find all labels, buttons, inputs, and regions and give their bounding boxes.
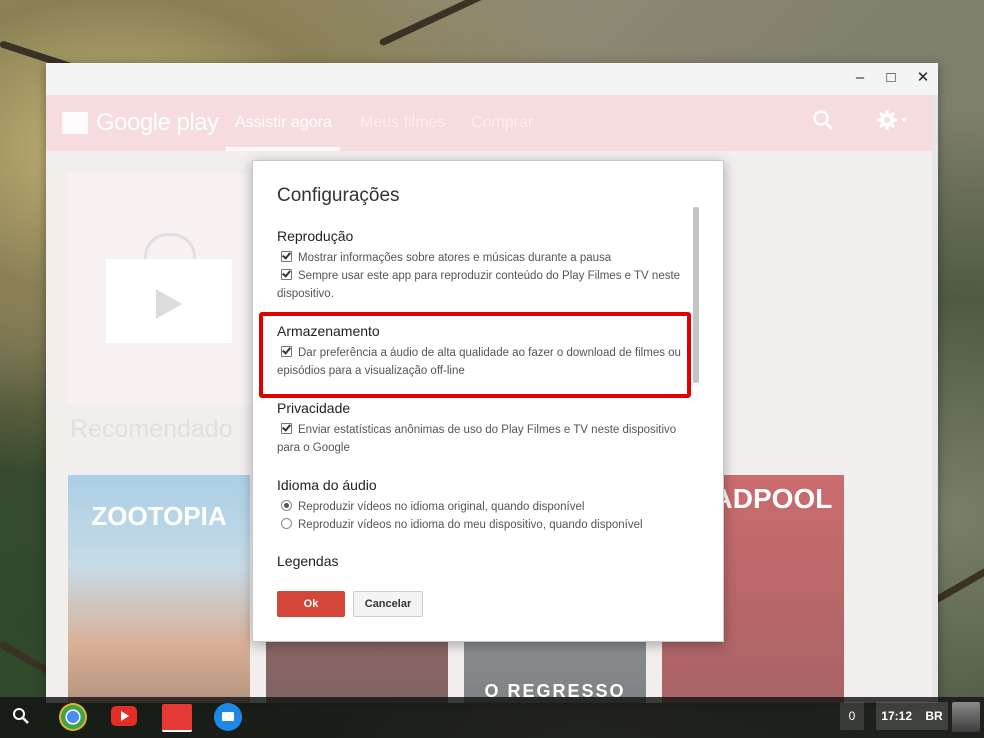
option-reproducao-2[interactable]: Sempre usar este app para reproduzir con… (277, 267, 687, 303)
option-armazenamento-1[interactable]: Dar preferência a áudio de alta qualidad… (277, 344, 687, 380)
tab-meus-filmes[interactable]: Meus filmes (360, 95, 445, 151)
youtube-icon[interactable] (111, 706, 137, 726)
option-label: Dar preferência a áudio de alta qualidad… (277, 347, 681, 377)
option-label: Enviar estatísticas anônimas de uso do P… (277, 424, 677, 454)
checkbox-checked[interactable] (281, 423, 292, 434)
files-icon[interactable] (214, 703, 242, 731)
chrome-icon[interactable] (59, 703, 87, 731)
film-icon (62, 112, 88, 134)
avatar[interactable] (952, 702, 980, 732)
close-button[interactable]: ✕ (912, 67, 934, 89)
play-icon (121, 711, 129, 721)
poster-title: ZOOTOPIA (91, 501, 227, 531)
wallpaper-branch (378, 0, 509, 47)
radio-selected[interactable] (281, 500, 292, 511)
checkbox-checked[interactable] (281, 251, 292, 262)
section-heading-legendas: Legendas (277, 553, 339, 569)
taskbar-shelf: 0 17:12 BR (0, 697, 984, 738)
app-header: Google play Assistir agora Meus filmes C… (46, 95, 932, 151)
option-label: Reproduzir vídeos no idioma original, qu… (298, 501, 585, 513)
google-play-logo[interactable]: Google play (62, 109, 219, 137)
section-heading-armazenamento: Armazenamento (277, 323, 380, 339)
radio-idioma-original[interactable]: Reproduzir vídeos no idioma original, qu… (277, 498, 687, 516)
section-heading-reproducao: Reprodução (277, 228, 354, 244)
tab-comprar[interactable]: Comprar (471, 95, 533, 151)
movie-poster-zootopia[interactable]: ZOOTOPIA (68, 475, 250, 703)
app-scrollbar[interactable] (932, 95, 938, 703)
section-title: Recomendado (70, 415, 233, 443)
tab-assistir-agora[interactable]: Assistir agora (235, 95, 332, 151)
dialog-title: Configurações (277, 185, 400, 206)
section-heading-privacidade: Privacidade (277, 400, 351, 416)
option-label: Mostrar informações sobre atores e músic… (298, 252, 612, 264)
title-bar[interactable]: – □ ✕ (46, 63, 938, 95)
dialog-scrollbar[interactable] (693, 207, 699, 383)
search-icon[interactable] (812, 109, 834, 137)
maximize-button[interactable]: □ (880, 67, 902, 89)
logo-text: Google play (96, 109, 219, 136)
locale-indicator: BR (925, 709, 943, 723)
section-heading-idioma: Idioma do áudio (277, 477, 377, 493)
checkbox-checked[interactable] (281, 346, 292, 357)
radio-unselected[interactable] (281, 518, 292, 529)
gear-icon[interactable] (876, 109, 910, 137)
clock-time: 17:12 (881, 709, 912, 723)
option-label: Sempre usar este app para reproduzir con… (277, 270, 681, 300)
option-label: Reproduzir vídeos no idioma do meu dispo… (298, 519, 643, 531)
settings-dialog: Configurações Reprodução Mostrar informa… (252, 160, 724, 642)
status-area-clock[interactable]: 17:12 BR (876, 702, 948, 730)
play-icon (156, 289, 182, 319)
minimize-button[interactable]: – (849, 67, 871, 89)
notification-count[interactable]: 0 (840, 702, 864, 730)
cancel-button[interactable]: Cancelar (353, 591, 423, 617)
play-store-bag (106, 259, 232, 343)
ok-button[interactable]: Ok (277, 591, 345, 617)
radio-idioma-dispositivo[interactable]: Reproduzir vídeos no idioma do meu dispo… (277, 516, 687, 534)
folder-icon (222, 712, 234, 721)
play-movies-icon[interactable] (162, 704, 192, 732)
launcher-search-icon[interactable] (12, 707, 30, 730)
checkbox-checked[interactable] (281, 269, 292, 280)
option-reproducao-1[interactable]: Mostrar informações sobre atores e músic… (277, 249, 687, 267)
option-privacidade-1[interactable]: Enviar estatísticas anônimas de uso do P… (277, 421, 687, 457)
